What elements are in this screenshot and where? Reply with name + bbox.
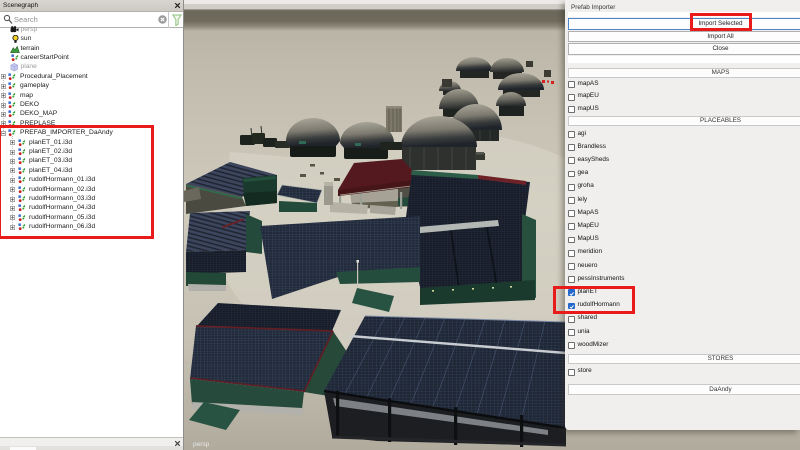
svg-text:persp: persp (193, 441, 210, 448)
